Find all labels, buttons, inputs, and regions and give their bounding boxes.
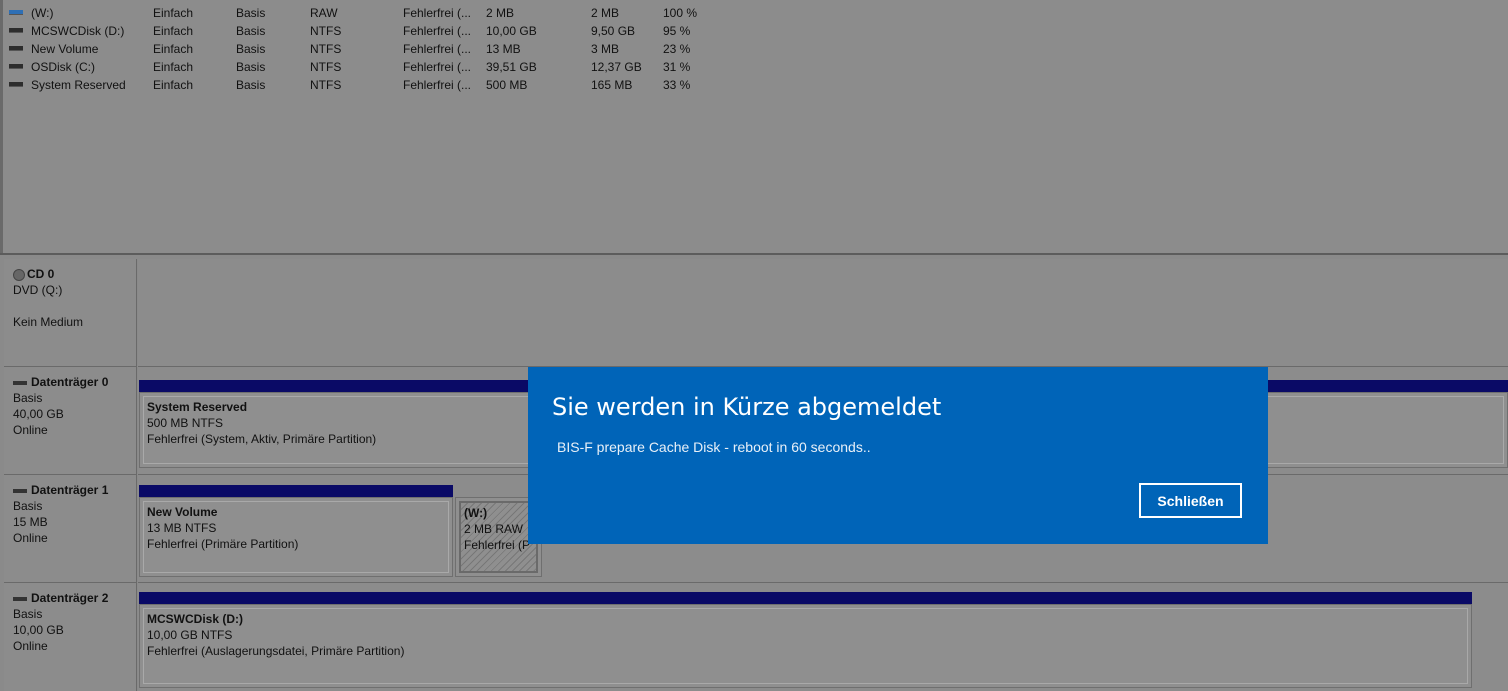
cd-drive-letter: DVD (Q:) (13, 283, 63, 297)
partition-detail: 13 MB NTFS (147, 521, 217, 535)
partition-new-volume[interactable]: New Volume 13 MB NTFS Fehlerfrei (Primär… (139, 485, 453, 577)
volume-pct-free: 100 % (663, 6, 698, 20)
disk-2-area: MCSWCDisk (D:) 10,00 GB NTFS Fehlerfrei … (138, 583, 1508, 691)
volume-fs: RAW (310, 6, 338, 20)
disk-state: Online (13, 423, 48, 437)
cd-media-status: Kein Medium (13, 315, 84, 329)
disk-icon (13, 380, 27, 385)
volume-name: New Volume (31, 42, 99, 56)
partition-name: MCSWCDisk (D:) (147, 612, 243, 626)
volume-row[interactable]: New Volume Einfach Basis NTFS Fehlerfrei… (7, 40, 767, 58)
cd-title: CD 0 (27, 267, 55, 281)
volume-capacity: 10,00 GB (486, 24, 537, 38)
volume-row[interactable]: MCSWCDisk (D:) Einfach Basis NTFS Fehler… (7, 22, 767, 40)
disk-type: Basis (13, 391, 43, 405)
disk-size: 10,00 GB (13, 623, 64, 637)
volume-capacity: 13 MB (486, 42, 521, 56)
volume-status: Fehlerfrei (... (403, 60, 472, 74)
partition-detail: 2 MB RAW (464, 522, 523, 536)
volume-layout: Einfach (153, 24, 194, 38)
close-button[interactable]: Schließen (1139, 483, 1242, 518)
volume-type: Basis (236, 60, 266, 74)
volume-fs: NTFS (310, 24, 342, 38)
disk-0-label[interactable]: Datenträger 0 Basis 40,00 GB Online (4, 367, 137, 475)
notification-message: BIS-F prepare Cache Disk - reboot in 60 … (557, 439, 871, 455)
volume-pct-free: 33 % (663, 78, 691, 92)
volume-type: Basis (236, 42, 266, 56)
partition-name: New Volume (147, 505, 218, 519)
volume-pct-free: 31 % (663, 60, 691, 74)
volume-free: 2 MB (591, 6, 620, 20)
volume-capacity: 500 MB (486, 78, 528, 92)
cd-drive-area (138, 259, 1508, 367)
disk-title: Datenträger 2 (31, 591, 109, 605)
volume-row[interactable]: (W:) Einfach Basis RAW Fehlerfrei (... 2… (7, 4, 767, 22)
disk-type: Basis (13, 499, 43, 513)
volume-fs: NTFS (310, 42, 342, 56)
volume-layout: Einfach (153, 78, 194, 92)
pane-splitter[interactable] (0, 253, 1508, 255)
volume-status: Fehlerfrei (... (403, 78, 472, 92)
volume-layout: Einfach (153, 60, 194, 74)
disk-type: Basis (13, 607, 43, 621)
volume-status: Fehlerfrei (... (403, 42, 472, 56)
volume-free: 12,37 GB (591, 60, 642, 74)
volume-type: Basis (236, 6, 266, 20)
volume-icon (9, 28, 23, 33)
volume-fs: NTFS (310, 78, 342, 92)
signout-notification: Sie werden in Kürze abgemeldet BIS-F pre… (528, 367, 1268, 544)
partition-status: Fehlerfrei (P (464, 538, 531, 552)
volume-layout: Einfach (153, 42, 194, 56)
partition-bar (139, 592, 1472, 604)
partition-mcswcdisk[interactable]: MCSWCDisk (D:) 10,00 GB NTFS Fehlerfrei … (139, 592, 1472, 688)
volume-icon (9, 82, 23, 87)
volume-name: (W:) (31, 6, 54, 20)
partition-detail: 10,00 GB NTFS (147, 628, 233, 642)
volume-status: Fehlerfrei (... (403, 6, 472, 20)
disk-state: Online (13, 531, 48, 545)
volume-type: Basis (236, 24, 266, 38)
notification-title: Sie werden in Kürze abgemeldet (552, 393, 942, 421)
volume-layout: Einfach (153, 6, 194, 20)
disk-icon (13, 596, 27, 601)
volume-row[interactable]: System Reserved Einfach Basis NTFS Fehle… (7, 76, 767, 94)
disk-size: 15 MB (13, 515, 48, 529)
volume-icon (9, 64, 23, 69)
volume-fs: NTFS (310, 60, 342, 74)
volume-free: 9,50 GB (591, 24, 636, 38)
cd-drive-icon (13, 268, 25, 281)
partition-name: (W:) (464, 506, 488, 520)
volume-capacity: 2 MB (486, 6, 515, 20)
partition-status: Fehlerfrei (Primäre Partition) (147, 537, 299, 551)
volume-free: 3 MB (591, 42, 620, 56)
volume-icon (9, 46, 23, 51)
disk-title: Datenträger 1 (31, 483, 109, 497)
volume-status: Fehlerfrei (... (403, 24, 472, 38)
volume-row[interactable]: OSDisk (C:) Einfach Basis NTFS Fehlerfre… (7, 58, 767, 76)
volume-name: MCSWCDisk (D:) (31, 24, 125, 38)
volume-name: OSDisk (C:) (31, 60, 95, 74)
disk-icon (13, 488, 27, 493)
partition-status: Fehlerfrei (Auslagerungsdatei, Primäre P… (147, 644, 405, 658)
volume-name: System Reserved (31, 78, 126, 92)
disk-state: Online (13, 639, 48, 653)
volume-free: 165 MB (591, 78, 633, 92)
disk-2-label[interactable]: Datenträger 2 Basis 10,00 GB Online (4, 583, 137, 691)
disk-title: Datenträger 0 (31, 375, 109, 389)
volume-pct-free: 95 % (663, 24, 691, 38)
cd-drive-label[interactable]: CD 0 DVD (Q:) Kein Medium (4, 259, 137, 367)
volume-pct-free: 23 % (663, 42, 691, 56)
disk-size: 40,00 GB (13, 407, 64, 421)
volume-type: Basis (236, 78, 266, 92)
volume-list: (W:) Einfach Basis RAW Fehlerfrei (... 2… (0, 0, 1508, 254)
volume-icon (9, 10, 23, 15)
partition-bar (139, 485, 453, 497)
volume-capacity: 39,51 GB (486, 60, 537, 74)
disk-1-label[interactable]: Datenträger 1 Basis 15 MB Online (4, 475, 137, 583)
